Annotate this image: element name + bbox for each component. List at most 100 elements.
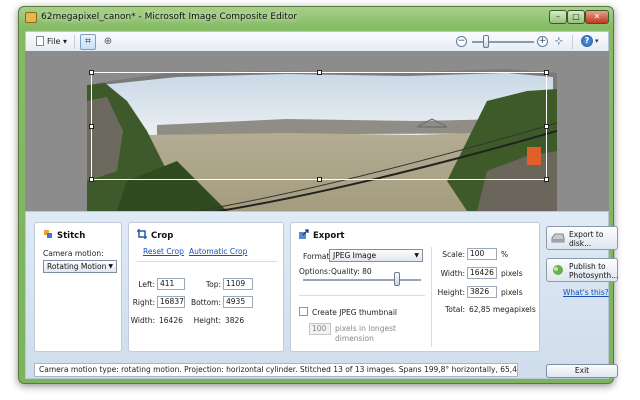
crop-handle[interactable] <box>317 70 322 75</box>
crop-bottom-label: Bottom: <box>190 298 221 307</box>
zoom-to-fit-icon[interactable]: ⊹ <box>552 34 566 50</box>
chevron-down-icon: ▾ <box>62 37 67 46</box>
crop-bottom-input[interactable]: 4935 <box>223 296 253 308</box>
crop-right-input[interactable]: 16837 <box>157 296 185 308</box>
status-bar: Camera motion type: rotating motion. Pro… <box>34 363 518 377</box>
toolbar: File ▾ ⌗ ⊕ − + ⊹ ? ▾ <box>25 31 609 51</box>
export-title: Export <box>299 229 344 241</box>
crop-handle[interactable] <box>317 177 322 182</box>
zoom-in-icon[interactable]: + <box>537 36 548 47</box>
divider <box>137 261 277 262</box>
publish-line1: Publish to <box>569 262 606 271</box>
chevron-down-icon: ▼ <box>414 252 419 259</box>
settings-panel: Stitch Camera motion: Rotating Motion ▼ C… <box>25 211 618 379</box>
whats-this-link[interactable]: What's this? <box>563 288 609 297</box>
quality-label: Quality: 80 <box>331 267 372 276</box>
crop-handle[interactable] <box>89 177 94 182</box>
crop-handle[interactable] <box>89 70 94 75</box>
automatic-crop-link[interactable]: Automatic Crop <box>189 247 247 256</box>
crop-panel: Crop Reset Crop Automatic Crop Left: 411… <box>128 222 284 352</box>
thumbnail-size-desc: pixels in longest <box>335 324 396 333</box>
format-value: JPEG Image <box>333 251 377 260</box>
export-height-unit: pixels <box>501 288 523 297</box>
toolbar-separator <box>74 35 75 49</box>
app-window: 62megapixel_canon* - Microsoft Image Com… <box>18 6 618 384</box>
window-title: 62megapixel_canon* - Microsoft Image Com… <box>41 12 298 22</box>
panorama-viewport[interactable] <box>25 51 609 211</box>
crop-top-label: Top: <box>205 280 221 289</box>
stitch-panel: Stitch Camera motion: Rotating Motion ▼ <box>34 222 122 352</box>
chevron-down-icon: ▼ <box>108 263 113 270</box>
publish-photosynth-button[interactable]: Publish to Photosynth... <box>546 258 618 282</box>
app-icon <box>25 12 37 23</box>
camera-motion-select[interactable]: Rotating Motion ▼ <box>43 260 117 273</box>
stitch-icon <box>44 230 52 238</box>
zoom-out-icon[interactable]: − <box>456 36 467 47</box>
export-height-input[interactable]: 3826 <box>467 286 497 298</box>
thumbnail-checkbox[interactable] <box>299 307 308 316</box>
export-width-unit: pixels <box>501 269 523 278</box>
thumbnail-size-input[interactable]: 100 <box>309 323 331 335</box>
document-icon <box>36 36 44 46</box>
crop-top-input[interactable]: 1109 <box>223 278 253 290</box>
export-title-label: Export <box>313 231 345 241</box>
exit-button[interactable]: Exit <box>546 364 618 378</box>
scale-unit: % <box>501 250 509 259</box>
thumbnail-label: Create JPEG thumbnail <box>312 308 398 317</box>
minimize-button[interactable]: – <box>549 10 567 24</box>
crop-handle[interactable] <box>544 124 549 129</box>
help-icon[interactable]: ? <box>581 35 593 47</box>
crop-title-label: Crop <box>151 231 174 241</box>
scale-input[interactable]: 100 <box>467 248 497 260</box>
crop-rectangle[interactable] <box>89 70 549 182</box>
zoom-slider-thumb[interactable] <box>482 35 489 48</box>
scale-label: Scale: <box>442 250 465 259</box>
crop-height-value: 3826 <box>225 316 245 325</box>
photosynth-icon <box>553 265 563 275</box>
crop-height-label: Height: <box>193 316 221 325</box>
zoom-slider-track[interactable] <box>472 41 534 43</box>
format-select[interactable]: JPEG Image ▼ <box>329 249 423 262</box>
maximize-button[interactable]: □ <box>567 10 585 24</box>
quality-slider-track[interactable] <box>303 279 421 281</box>
quality-slider-thumb[interactable] <box>394 272 401 286</box>
format-label: Format: <box>303 252 332 261</box>
export-width-input[interactable]: 16426 <box>467 267 497 279</box>
crop-left-label: Left: <box>138 280 155 289</box>
crop-title: Crop <box>137 229 173 241</box>
export-to-disk-button[interactable]: Export to disk... <box>546 226 618 250</box>
crop-handle[interactable] <box>89 124 94 129</box>
export-panel: Export Format: JPEG Image ▼ Options: Qual… <box>290 222 540 352</box>
total-label: Total: <box>444 305 465 314</box>
export-width-label: Width: <box>440 269 465 278</box>
export-disk-line2: disk... <box>569 239 592 248</box>
disk-icon <box>551 233 565 243</box>
crop-tool-icon[interactable]: ⌗ <box>80 34 96 50</box>
title-bar[interactable]: 62megapixel_canon* - Microsoft Image Com… <box>19 7 613 29</box>
reset-crop-link[interactable]: Reset Crop <box>143 247 184 256</box>
crop-width-value: 16426 <box>159 316 183 325</box>
publish-line2: Photosynth... <box>569 271 619 280</box>
file-menu-label: File <box>47 37 61 46</box>
crop-handle[interactable] <box>544 177 549 182</box>
stitch-title: Stitch <box>43 229 85 241</box>
export-icon <box>299 229 309 239</box>
crop-width-label: Width: <box>130 316 155 325</box>
divider <box>299 295 425 296</box>
file-menu[interactable]: File ▾ <box>32 35 71 49</box>
export-height-label: Height: <box>437 288 465 297</box>
chevron-down-icon[interactable]: ▾ <box>595 37 599 45</box>
crop-handle[interactable] <box>544 70 549 75</box>
crop-left-input[interactable]: 411 <box>157 278 185 290</box>
navigator-icon[interactable]: ⊕ <box>100 34 116 50</box>
total-value: 62,85 megapixels <box>469 305 536 314</box>
crop-right-label: Right: <box>132 298 155 307</box>
thumbnail-size-desc2: dimension <box>335 334 374 343</box>
divider <box>431 247 432 347</box>
toolbar-separator <box>572 35 573 49</box>
close-button[interactable]: ✕ <box>585 10 609 24</box>
export-disk-line1: Export to <box>569 230 604 239</box>
crop-icon <box>137 229 147 239</box>
camera-motion-value: Rotating Motion <box>47 262 107 271</box>
options-label: Options: <box>299 267 331 276</box>
